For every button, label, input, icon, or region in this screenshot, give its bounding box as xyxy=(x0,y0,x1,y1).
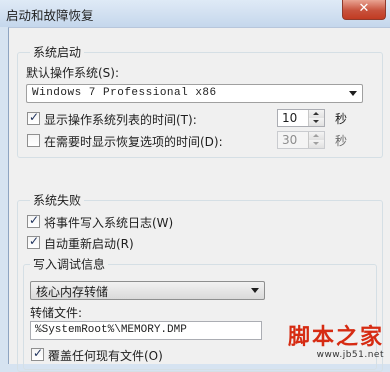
show-os-list-label: 显示操作系统列表的时间(T): xyxy=(44,113,197,127)
chevron-down-icon[interactable] xyxy=(349,91,357,96)
system-startup-group-title: 系统启动 xyxy=(30,43,85,61)
close-button[interactable]: ✕ xyxy=(342,0,386,20)
checkmark-icon: ✓ xyxy=(29,110,40,124)
spinner-buttons xyxy=(308,110,324,126)
write-event-log-label: 将事件写入系统日志(W) xyxy=(44,216,174,230)
debug-info-group-title: 写入调试信息 xyxy=(30,255,109,273)
overwrite-label: 覆盖任何现有文件(O) xyxy=(48,349,163,363)
show-os-list-unit: 秒 xyxy=(335,112,348,126)
default-os-select[interactable]: Windows 7 Professional x86 xyxy=(26,84,363,103)
show-recovery-label: 在需要时显示恢复选项的时间(D): xyxy=(44,135,223,149)
spin-down-icon xyxy=(309,140,324,148)
title-bar: 启动和故障恢复 ✕ xyxy=(0,0,390,27)
default-os-value: Windows 7 Professional x86 xyxy=(32,87,217,99)
chevron-down-icon[interactable] xyxy=(251,288,259,293)
auto-restart-label: 自动重新启动(R) xyxy=(44,237,134,251)
checkmark-icon: ✓ xyxy=(33,346,44,360)
dialog-client-area: 系统启动 默认操作系统(S): Windows 7 Professional x… xyxy=(8,27,390,372)
dump-type-select[interactable]: 核心内存转储 xyxy=(30,281,265,300)
overwrite-checkbox[interactable]: ✓ xyxy=(31,346,44,361)
system-failure-group-title: 系统失败 xyxy=(30,191,85,209)
checkmark-icon: ✓ xyxy=(29,213,40,227)
show-recovery-unit: 秒 xyxy=(335,134,348,148)
show-os-list-seconds-value: 10 xyxy=(282,111,298,125)
close-icon: ✕ xyxy=(358,1,370,16)
watermark-logo: 脚本之家 xyxy=(287,325,384,350)
site-watermark: 脚本之家 www.jb51.net xyxy=(287,325,384,361)
show-recovery-checkbox[interactable] xyxy=(27,134,40,147)
checkmark-icon: ✓ xyxy=(29,234,40,248)
watermark-url: www.jb51.net xyxy=(316,350,384,360)
dump-type-value: 核心内存转储 xyxy=(36,285,109,299)
spin-down-icon[interactable] xyxy=(309,118,324,126)
dump-file-label: 转储文件: xyxy=(30,306,83,320)
write-event-log-checkbox[interactable]: ✓ xyxy=(27,213,40,228)
default-os-label: 默认操作系统(S): xyxy=(26,66,120,80)
auto-restart-checkbox[interactable]: ✓ xyxy=(27,234,40,249)
show-os-list-seconds-spinner[interactable]: 10 xyxy=(277,109,325,127)
dump-file-value: %SystemRoot%\MEMORY.DMP xyxy=(35,324,187,336)
show-recovery-seconds-spinner: 30 xyxy=(277,131,325,149)
show-recovery-seconds-value: 30 xyxy=(282,133,298,147)
show-os-list-checkbox[interactable]: ✓ xyxy=(27,110,40,125)
dump-file-input[interactable]: %SystemRoot%\MEMORY.DMP xyxy=(30,321,262,340)
spinner-buttons xyxy=(308,132,324,148)
window-title: 启动和故障恢复 xyxy=(6,8,94,23)
